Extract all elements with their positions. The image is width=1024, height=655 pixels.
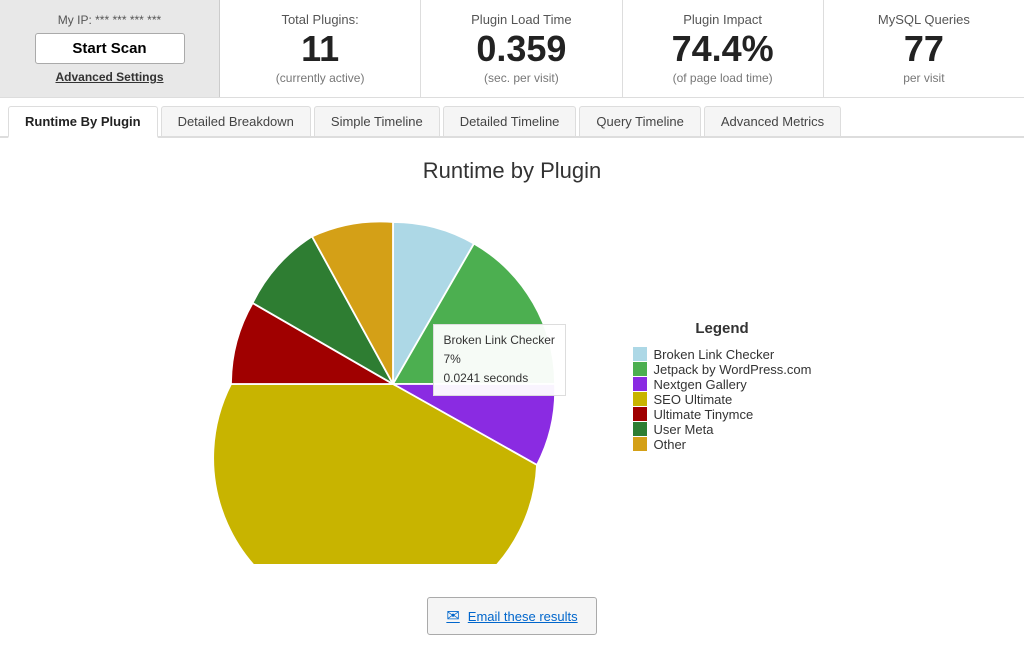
pie-chart-wrapper: Broken Link Checker 7% 0.0241 seconds	[213, 204, 573, 567]
email-results-button[interactable]: ✉ Email these results	[427, 597, 596, 635]
stat-total-plugins: Total Plugins: 11 (currently active)	[220, 0, 421, 97]
header: My IP: *** *** *** *** Start Scan Advanc…	[0, 0, 1024, 98]
pie-chart	[213, 204, 573, 564]
legend-item: Nextgen Gallery	[633, 377, 812, 392]
legend-color-swatch	[633, 437, 647, 451]
stat-plugin-impact-label: Plugin Impact	[683, 12, 762, 27]
stat-plugin-impact: Plugin Impact 74.4% (of page load time)	[623, 0, 824, 97]
tab-runtime-by-plugin[interactable]: Runtime By Plugin	[8, 106, 158, 138]
legend-item: User Meta	[633, 422, 812, 437]
main-content: Runtime by Plugin	[0, 138, 1024, 655]
stat-total-plugins-sub: (currently active)	[276, 71, 365, 85]
advanced-settings-link[interactable]: Advanced Settings	[55, 70, 163, 84]
stat-total-plugins-label: Total Plugins:	[281, 12, 358, 27]
tab-detailed-breakdown[interactable]: Detailed Breakdown	[161, 106, 311, 136]
stat-plugin-impact-sub: (of page load time)	[673, 71, 773, 85]
stat-mysql-queries-value: 77	[904, 31, 944, 67]
chart-area: Broken Link Checker 7% 0.0241 seconds Le…	[20, 204, 1004, 567]
legend-items: Broken Link Checker Jetpack by WordPress…	[633, 347, 812, 452]
stat-mysql-queries-sub: per visit	[903, 71, 944, 85]
legend-item: Other	[633, 437, 812, 452]
legend-item-label: Ultimate Tinymce	[654, 407, 754, 422]
legend-item-label: Nextgen Gallery	[654, 377, 747, 392]
legend-item-label: Other	[654, 437, 687, 452]
legend-item: Jetpack by WordPress.com	[633, 362, 812, 377]
tabs-container: Runtime By Plugin Detailed Breakdown Sim…	[0, 98, 1024, 138]
legend-item: Ultimate Tinymce	[633, 407, 812, 422]
legend-color-swatch	[633, 377, 647, 391]
legend-item-label: Broken Link Checker	[654, 347, 775, 362]
legend-color-swatch	[633, 422, 647, 436]
stat-total-plugins-value: 11	[301, 31, 339, 67]
legend: Legend Broken Link Checker Jetpack by Wo…	[633, 320, 812, 452]
legend-color-swatch	[633, 407, 647, 421]
stat-plugin-load-time: Plugin Load Time 0.359 (sec. per visit)	[421, 0, 622, 97]
legend-item-label: SEO Ultimate	[654, 392, 733, 407]
stat-plugin-load-time-label: Plugin Load Time	[471, 12, 571, 27]
legend-color-swatch	[633, 362, 647, 376]
stat-plugin-impact-value: 74.4%	[672, 31, 774, 67]
stat-plugin-load-time-value: 0.359	[476, 31, 566, 67]
legend-item-label: Jetpack by WordPress.com	[654, 362, 812, 377]
tab-simple-timeline[interactable]: Simple Timeline	[314, 106, 440, 136]
legend-color-swatch	[633, 392, 647, 406]
my-ip-label: My IP: *** *** *** ***	[58, 13, 161, 27]
email-button-label: Email these results	[468, 609, 578, 624]
legend-item: SEO Ultimate	[633, 392, 812, 407]
chart-title: Runtime by Plugin	[20, 158, 1004, 184]
my-ip-panel: My IP: *** *** *** *** Start Scan Advanc…	[0, 0, 220, 97]
legend-item-label: User Meta	[654, 422, 714, 437]
start-scan-button[interactable]: Start Scan	[35, 33, 185, 64]
legend-color-swatch	[633, 347, 647, 361]
legend-title: Legend	[633, 320, 812, 337]
stat-plugin-load-time-sub: (sec. per visit)	[484, 71, 559, 85]
tab-detailed-timeline[interactable]: Detailed Timeline	[443, 106, 577, 136]
stat-mysql-queries-label: MySQL Queries	[878, 12, 970, 27]
tab-query-timeline[interactable]: Query Timeline	[579, 106, 700, 136]
stat-mysql-queries: MySQL Queries 77 per visit	[824, 0, 1024, 97]
tab-advanced-metrics[interactable]: Advanced Metrics	[704, 106, 841, 136]
email-section: ✉ Email these results	[20, 597, 1004, 635]
legend-item: Broken Link Checker	[633, 347, 812, 362]
email-icon: ✉	[446, 606, 459, 626]
